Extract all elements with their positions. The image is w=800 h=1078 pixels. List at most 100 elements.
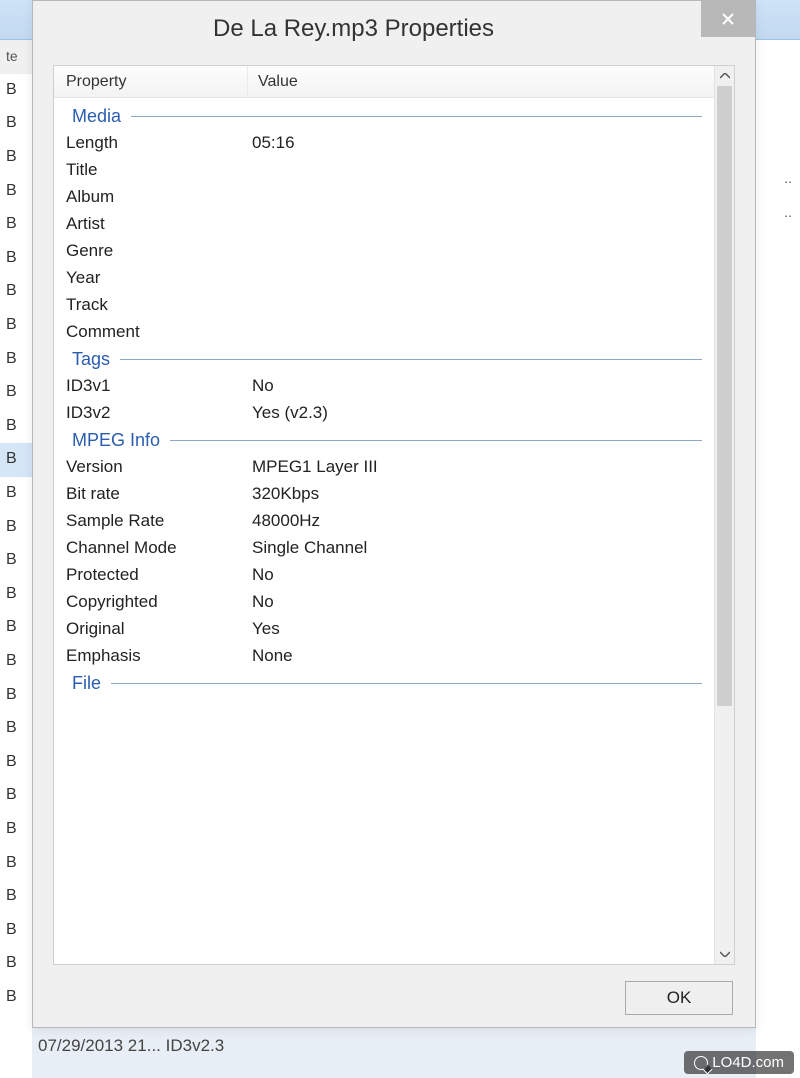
property-value: 320Kbps: [252, 484, 702, 504]
property-row[interactable]: Album: [54, 183, 714, 210]
property-row[interactable]: Year: [54, 264, 714, 291]
property-label: Original: [66, 619, 252, 639]
background-list-item: B: [0, 242, 32, 276]
property-value: Single Channel: [252, 538, 702, 558]
property-row[interactable]: OriginalYes: [54, 615, 714, 642]
property-value: No: [252, 565, 702, 585]
scrollbar-thumb[interactable]: [717, 86, 732, 706]
background-list-item: B: [0, 913, 32, 947]
property-label: Copyrighted: [66, 592, 252, 612]
background-list-item: B: [0, 208, 32, 242]
property-label: Channel Mode: [66, 538, 252, 558]
property-value: [252, 187, 702, 207]
property-row[interactable]: Artist: [54, 210, 714, 237]
background-right: .. ..: [756, 40, 800, 1078]
property-value: No: [252, 592, 702, 612]
property-row[interactable]: Bit rate320Kbps: [54, 480, 714, 507]
background-list-header: te: [0, 40, 32, 74]
properties-body: MediaLength05:16 Title AlbumArtist Genre Yea…: [54, 98, 714, 964]
background-bottom-row: 07/29/2013 21... ID3v2.3: [38, 1036, 224, 1056]
property-row[interactable]: Genre: [54, 237, 714, 264]
section-title: File: [72, 673, 101, 694]
titlebar: De La Rey.mp3 Properties: [33, 1, 755, 57]
button-bar: OK: [33, 969, 755, 1027]
section-header: Media: [54, 102, 714, 129]
chevron-up-icon: [720, 73, 730, 79]
vertical-scrollbar[interactable]: [714, 66, 734, 964]
property-value: [252, 214, 702, 234]
property-row[interactable]: Channel ModeSingle Channel: [54, 534, 714, 561]
property-label: Sample Rate: [66, 511, 252, 531]
close-button[interactable]: [701, 1, 755, 37]
magnifier-icon: [694, 1056, 708, 1070]
property-value: [252, 268, 702, 288]
background-list-item: B: [0, 678, 32, 712]
property-row[interactable]: Track: [54, 291, 714, 318]
background-ellipsis: ..: [784, 204, 792, 220]
property-value: No: [252, 376, 702, 396]
section-header: Tags: [54, 345, 714, 372]
property-value: [252, 160, 702, 180]
property-label: Title: [66, 160, 252, 180]
background-list-item: B: [0, 107, 32, 141]
property-value: 05:16: [252, 133, 702, 153]
background-list-item: B: [0, 477, 32, 511]
property-value: [252, 241, 702, 261]
scroll-up-button[interactable]: [715, 66, 735, 86]
background-list-item: B: [0, 712, 32, 746]
property-value: 48000Hz: [252, 511, 702, 531]
background-list-item: B: [0, 880, 32, 914]
background-list-item: B: [0, 275, 32, 309]
property-label: Emphasis: [66, 646, 252, 666]
background-list-item: B: [0, 947, 32, 981]
background-list-item: B: [0, 510, 32, 544]
table-header: Property Value: [54, 66, 734, 98]
property-row[interactable]: Comment: [54, 318, 714, 345]
property-row[interactable]: ID3v1No: [54, 372, 714, 399]
background-list-item: B: [0, 544, 32, 578]
background-list-item: B: [0, 141, 32, 175]
background-list-item: B: [0, 645, 32, 679]
property-value: None: [252, 646, 702, 666]
property-row[interactable]: Sample Rate48000Hz: [54, 507, 714, 534]
property-label: Protected: [66, 565, 252, 585]
background-list-item: B: [0, 376, 32, 410]
section-divider: [131, 116, 702, 117]
watermark-text: LO4D.com: [712, 1054, 784, 1071]
column-header-property[interactable]: Property: [54, 66, 248, 97]
background-list-item: B: [0, 410, 32, 444]
property-value: [252, 295, 702, 315]
scroll-down-button[interactable]: [715, 944, 735, 964]
background-list-item: B: [0, 309, 32, 343]
property-row[interactable]: Title: [54, 156, 714, 183]
watermark: LO4D.com: [684, 1051, 794, 1074]
background-list-item: B: [0, 779, 32, 813]
section-divider: [120, 359, 702, 360]
property-label: Year: [66, 268, 252, 288]
property-row[interactable]: EmphasisNone: [54, 642, 714, 669]
property-label: Genre: [66, 241, 252, 261]
background-list-item: B: [0, 342, 32, 376]
property-value: [252, 322, 702, 342]
property-row[interactable]: ID3v2Yes (v2.3): [54, 399, 714, 426]
property-row[interactable]: Length05:16: [54, 129, 714, 156]
dialog-title: De La Rey.mp3 Properties: [213, 15, 494, 43]
close-icon: [721, 12, 735, 26]
background-list-item: B: [0, 74, 32, 108]
property-label: Comment: [66, 322, 252, 342]
section-title: Media: [72, 106, 121, 127]
property-label: Version: [66, 457, 252, 477]
property-row[interactable]: CopyrightedNo: [54, 588, 714, 615]
background-list-item: B: [0, 611, 32, 645]
background-list-item: B: [0, 578, 32, 612]
property-row[interactable]: ProtectedNo: [54, 561, 714, 588]
background-list-item: B: [0, 745, 32, 779]
ok-button[interactable]: OK: [625, 981, 733, 1015]
background-list: te B B B B B B B B B B B B B B B B B B B…: [0, 40, 32, 1078]
property-row[interactable]: VersionMPEG1 Layer III: [54, 453, 714, 480]
property-label: Bit rate: [66, 484, 252, 504]
property-value: Yes (v2.3): [252, 403, 702, 423]
column-header-value[interactable]: Value: [248, 66, 714, 97]
properties-list: Property Value MediaLength05:16 Title Albu…: [53, 65, 735, 965]
section-title: Tags: [72, 349, 110, 370]
